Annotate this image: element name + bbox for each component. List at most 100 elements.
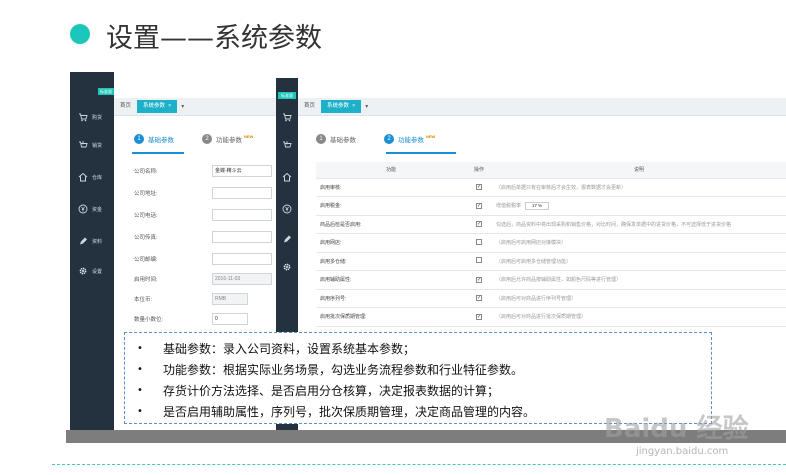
company-address-input[interactable] [212, 187, 272, 199]
bullet: • [137, 343, 143, 354]
sidebar-item-data[interactable]: 资料 [70, 232, 114, 250]
form-row-company-fax: 公司传真: [134, 230, 280, 244]
pencil-icon [282, 234, 292, 244]
slide-title: 设置——系统参数 [106, 23, 322, 54]
table-row: 商品后检是否启用: ✓ 勾选后，商品资料中将出现采购和销售价格，对比时间，确保发… [316, 215, 786, 234]
enable-aux-attr-checkbox[interactable]: ✓ [476, 276, 482, 283]
title-bullet-dot [70, 24, 90, 44]
tab-basic-params[interactable]: 1 基础参数 [134, 134, 174, 144]
close-icon[interactable]: × [352, 103, 355, 109]
sidebar-item-label: 购货 [92, 114, 103, 121]
company-name-input[interactable]: 金蝶-精斗云 [212, 165, 272, 177]
tab-function-params[interactable]: 2 功能参数 NEW [384, 134, 435, 144]
qty-decimals-stepper[interactable]: 0 [212, 313, 248, 325]
gear-icon [78, 266, 88, 276]
field-label: 公司传真: [134, 235, 158, 241]
enable-tax-checkbox[interactable]: ✓ [476, 202, 482, 209]
subtab-label: 功能参数 [216, 137, 242, 144]
enable-batch-expiry-checkbox[interactable]: ✓ [476, 313, 482, 320]
tab-system-params[interactable]: 系统参数 × [321, 100, 362, 113]
step-number: 2 [384, 134, 394, 144]
tax-rate-input[interactable]: 17 % [525, 201, 550, 210]
sidebar-item-settings[interactable] [276, 258, 298, 276]
sidebar-item-warehouse[interactable] [276, 168, 298, 186]
tab-bar: 首页 系统参数 × ▾ [298, 98, 786, 116]
home-icon [282, 172, 292, 182]
company-zip-input[interactable] [212, 253, 272, 265]
tab-label: 系统参数 [143, 103, 166, 109]
enable-serial-checkbox[interactable]: ✓ [476, 295, 482, 302]
function-params-table: 功能 操作 说明 启用审核: ✓ （启用后单据只有在审核后才会生效，报表数据才会… [316, 162, 786, 327]
tab-label: 系统参数 [327, 103, 350, 109]
money-icon [282, 204, 292, 214]
field-label: 数量小数位: [134, 317, 164, 323]
sidebar-item-funds[interactable] [276, 200, 298, 218]
sidebar-item-funds[interactable]: 资金 [70, 200, 114, 218]
money-icon [78, 204, 88, 214]
callout-text: 基础参数：录入公司资料，设置系统基本参数； [163, 342, 416, 356]
col-header-desc: 说明 [492, 162, 786, 179]
enable-multi-warehouse-checkbox[interactable] [476, 257, 482, 264]
param-desc: （启用后可对商品进行批次保质期管理） [492, 307, 786, 327]
chevron-down-icon[interactable]: ▾ [177, 103, 188, 110]
form-row-company-name: 公司名称: 金蝶-精斗云 [134, 164, 280, 178]
company-phone-input[interactable] [212, 209, 272, 221]
bullet: • [137, 364, 143, 375]
sidebar-item-label: 仓库 [92, 174, 103, 181]
form-row-company-address: 公司地址: [134, 186, 280, 200]
sidebar-item-warehouse[interactable]: 仓库 [70, 168, 114, 186]
sidebar-item-sales[interactable] [276, 136, 298, 154]
step-number: 1 [316, 134, 326, 144]
param-name: 启用辅助属性: [316, 270, 466, 290]
callout-item: • 基础参数：录入公司资料，设置系统基本参数； [137, 338, 711, 359]
tab-home[interactable]: 首页 [298, 100, 321, 113]
sidebar-item-label: 销货 [92, 142, 103, 149]
table-row: 启用审核: ✓ （启用后单据只有在审核后才会生效，报表数据才会更新） [316, 178, 786, 197]
tab-home[interactable]: 首页 [114, 100, 137, 113]
sidebar-item-purchase[interactable]: 购货 [70, 108, 114, 126]
col-header-function: 功能 [316, 162, 466, 179]
tab-system-params[interactable]: 系统参数 × [137, 100, 178, 113]
table-row: 启用辅助属性: ✓ （启用后允许商品按辅助属性，如颜色尺码等进行管理） [316, 270, 786, 290]
cart-out-icon [282, 140, 292, 150]
param-desc: （启用后可对商品进行序列号管理） [492, 289, 786, 308]
company-fax-input[interactable] [212, 231, 272, 243]
table-row: 启用网店: （启用后可启用网店对接模块） [316, 233, 786, 253]
price-check-checkbox[interactable]: ✓ [476, 221, 482, 228]
table-row: 启用税金: ✓ 增值税税率 17 % [316, 196, 786, 216]
tab-basic-params[interactable]: 1 基础参数 [316, 134, 356, 144]
param-desc: （启用后允许商品按辅助属性，如颜色尺码等进行管理） [492, 270, 786, 290]
active-tab-underline [386, 152, 456, 154]
tab-function-params[interactable]: 2 功能参数 NEW [202, 134, 253, 144]
table-row: 启用多仓储: （启用后可启用多仓储管理功能） [316, 252, 786, 271]
close-icon[interactable]: × [168, 103, 171, 109]
chevron-down-icon[interactable]: ▾ [361, 103, 372, 110]
step-number: 1 [134, 134, 144, 144]
subtab-label: 基础参数 [148, 137, 174, 144]
pencil-icon [78, 236, 88, 246]
bullet: • [137, 406, 143, 417]
field-label: 本位币: [134, 297, 153, 303]
param-name: 启用网店: [316, 233, 466, 253]
sidebar-item-purchase[interactable] [276, 108, 298, 126]
brand-badge: 标准版 [98, 88, 114, 95]
sidebar-item-sales[interactable]: 销货 [70, 136, 114, 154]
param-name: 启用序列号: [316, 289, 466, 308]
enable-audit-checkbox[interactable]: ✓ [476, 184, 482, 191]
form-row-company-phone: 公司电话: [134, 208, 280, 222]
sidebar-item-settings[interactable]: 设置 [70, 262, 114, 280]
bottom-dashed-divider [52, 464, 786, 465]
field-label: 启用时间: [134, 277, 158, 283]
active-tab-underline [132, 152, 184, 154]
sidebar-item-data[interactable] [276, 230, 298, 248]
bullet: • [137, 385, 143, 396]
cart-icon [78, 112, 88, 122]
sidebar: 标准版 购货 销货 仓库 资金 资料 设置 [70, 72, 114, 430]
sidebar-item-label: 设置 [92, 268, 103, 275]
enable-online-store-checkbox[interactable] [476, 238, 482, 245]
step-number: 2 [202, 134, 212, 144]
callout-text: 存货计价方法选择、是否启用分仓核算，决定报表数据的计算； [163, 384, 500, 398]
baidu-watermark: Baidu 经验 [604, 414, 749, 444]
subtab-label: 功能参数 [398, 137, 424, 144]
param-desc: （启用后可启用多仓储管理功能） [492, 252, 786, 271]
